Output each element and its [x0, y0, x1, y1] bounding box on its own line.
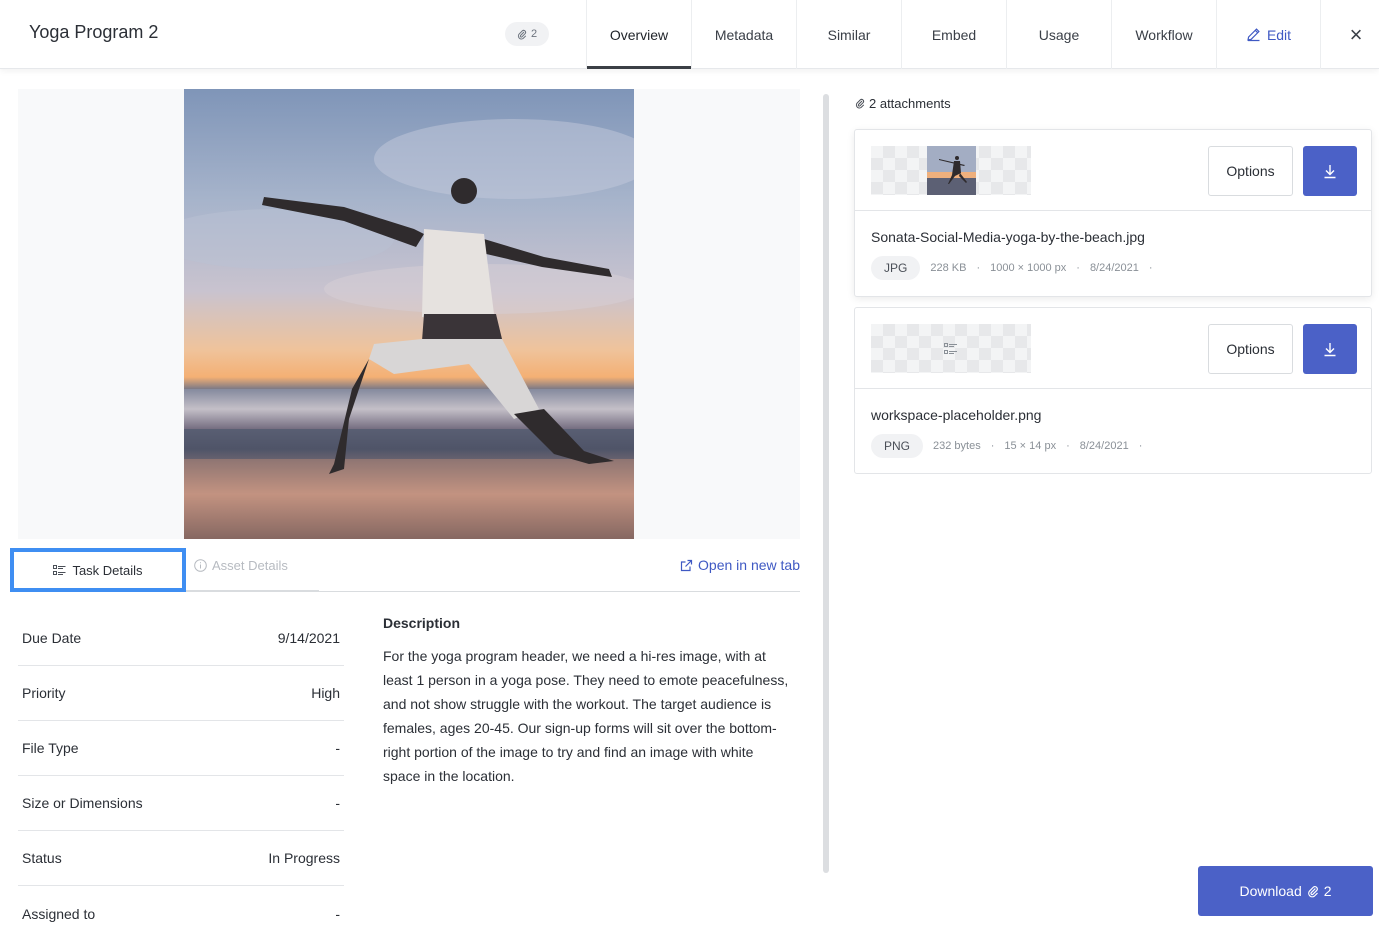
field-row: Size or Dimensions -	[18, 776, 344, 831]
asset-preview-image[interactable]	[184, 89, 634, 539]
top-bar: Yoga Program 2 2 Overview Metadata Simil…	[0, 0, 1379, 69]
download-button[interactable]	[1303, 324, 1357, 374]
field-label: Size or Dimensions	[22, 795, 143, 811]
tab-overview[interactable]: Overview	[586, 0, 691, 69]
field-label: Status	[22, 850, 62, 866]
field-label: Assigned to	[22, 905, 96, 922]
tab-underline	[186, 590, 319, 592]
field-value: 9/14/2021	[277, 630, 340, 646]
file-dimensions: 1000 × 1000 px	[990, 262, 1067, 274]
attachment-count: 2	[531, 28, 538, 40]
tab-embed[interactable]: Embed	[901, 0, 1006, 69]
field-value: High	[311, 685, 340, 701]
attachment-meta: JPG 228 KB · 1000 × 1000 px · 8/24/2021 …	[871, 256, 1355, 280]
description-text: For the yoga program header, we need a h…	[383, 648, 789, 784]
attachments-count-label: 2 attachments	[869, 96, 951, 111]
attachments-count: 2 attachments	[855, 96, 951, 111]
options-button[interactable]: Options	[1208, 146, 1293, 196]
pencil-icon	[1247, 28, 1260, 42]
file-type-badge: PNG	[871, 434, 924, 458]
tab-similar[interactable]: Similar	[796, 0, 901, 69]
description-heading: Description	[383, 615, 461, 631]
field-value: -	[335, 740, 340, 756]
field-value: -	[335, 795, 340, 811]
tab-usage[interactable]: Usage	[1006, 0, 1111, 69]
tab-asset-details[interactable]: Asset Details	[194, 558, 288, 573]
tab-bar: Overview Metadata Similar Embed Usage Wo…	[586, 0, 1321, 69]
asset-details-label: Asset Details	[212, 558, 288, 573]
task-details-label: Task Details	[72, 562, 143, 578]
field-value: In Progress	[268, 850, 340, 866]
download-all-count: 2	[1323, 883, 1332, 899]
field-row: Status In Progress	[18, 831, 344, 886]
open-new-tab-link[interactable]: Open in new tab	[680, 557, 800, 573]
download-all-button[interactable]: Download 2	[1198, 866, 1373, 916]
info-icon	[194, 559, 207, 572]
field-row: File Type -	[18, 721, 344, 776]
field-row: Due Date 9/14/2021	[18, 611, 344, 666]
attachment-filename: Sonata-Social-Media-yoga-by-the-beach.jp…	[871, 229, 1145, 245]
paperclip-icon	[1307, 885, 1318, 897]
options-button[interactable]: Options	[1208, 324, 1293, 374]
field-label: Due Date	[22, 630, 82, 646]
attachment-count-pill[interactable]: 2	[505, 22, 550, 46]
field-label: Priority	[22, 685, 66, 701]
paperclip-icon	[517, 29, 527, 39]
close-icon[interactable]: ×	[1343, 22, 1369, 48]
file-date: 8/24/2021	[1079, 440, 1129, 452]
open-new-tab-label: Open in new tab	[698, 557, 800, 573]
download-all-label: Download	[1239, 883, 1302, 899]
description-section: Description For the yoga program header,…	[383, 615, 793, 788]
field-value: -	[335, 905, 340, 922]
attachment-filename: workspace-placeholder.png	[871, 407, 1042, 423]
edit-button[interactable]: Edit	[1216, 0, 1321, 69]
external-link-icon	[680, 559, 693, 571]
task-list-icon	[53, 564, 66, 575]
task-fields: Due Date 9/14/2021 Priority High File Type…	[18, 611, 344, 931]
attachment-thumbnail[interactable]	[871, 324, 1031, 373]
thumbnail-image	[927, 146, 976, 195]
attachment-card: Options workspace-placeholder.png PNG 23…	[854, 307, 1372, 474]
file-size: 232 bytes	[933, 440, 981, 452]
attachment-card: Options Sonata-Social-Media-yoga-by-the-…	[854, 129, 1372, 297]
detail-tabs: Task Details Asset Details Open in new t…	[10, 548, 800, 592]
download-icon	[1324, 164, 1336, 178]
field-row: Assigned to -	[18, 886, 344, 931]
download-icon	[1324, 342, 1336, 356]
panel-scrollbar[interactable]	[823, 94, 829, 873]
file-dimensions: 15 × 14 px	[1004, 440, 1057, 452]
file-date: 8/24/2021	[1089, 262, 1139, 274]
tab-workflow[interactable]: Workflow	[1111, 0, 1216, 69]
attachment-thumbnail[interactable]	[871, 146, 1031, 195]
task-list-icon	[944, 343, 957, 354]
paperclip-icon	[855, 98, 865, 109]
file-type-badge: JPG	[871, 256, 921, 280]
download-button[interactable]	[1303, 146, 1357, 196]
field-row: Priority High	[18, 666, 344, 721]
attachment-meta: PNG 232 bytes · 15 × 14 px · 8/24/2021 ·	[871, 434, 1355, 458]
page-title: Yoga Program 2	[29, 22, 159, 42]
tab-metadata[interactable]: Metadata	[691, 0, 796, 69]
edit-label: Edit	[1266, 26, 1292, 43]
field-label: File Type	[22, 740, 79, 756]
file-size: 228 KB	[930, 262, 967, 274]
tab-task-details[interactable]: Task Details	[10, 548, 186, 592]
